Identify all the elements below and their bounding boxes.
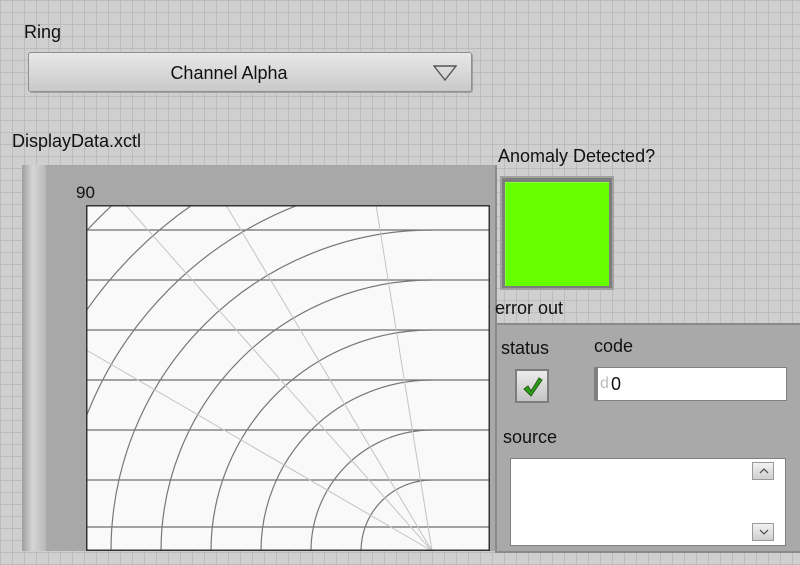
polar-plot-bezel	[22, 165, 46, 551]
plot-scale-label: 90	[76, 183, 95, 202]
ring-selected-value: Channel Alpha	[170, 63, 288, 83]
display-label: DisplayData.xctl	[12, 131, 142, 151]
radix-indicator[interactable]: d	[600, 375, 609, 393]
anomaly-led[interactable]	[505, 182, 609, 286]
code-label: code	[594, 336, 634, 356]
ring-label: Ring	[24, 22, 62, 42]
status-indicator[interactable]	[515, 369, 549, 403]
code-value: 0	[611, 374, 622, 394]
source-label: source	[503, 427, 558, 447]
code-field[interactable]: d 0	[594, 367, 787, 401]
scroll-down-icon	[759, 529, 769, 535]
source-field[interactable]	[510, 458, 786, 546]
checkmark-icon	[523, 377, 543, 397]
error-out-label: error out	[495, 298, 564, 318]
polar-plot-area[interactable]	[86, 205, 490, 551]
ring-dropdown[interactable]: Channel Alpha	[28, 52, 472, 92]
anomaly-label: Anomaly Detected?	[498, 146, 656, 166]
scroll-up-button[interactable]	[752, 462, 774, 480]
scroll-up-icon	[759, 468, 769, 474]
status-label: status	[501, 338, 550, 358]
dropdown-arrow-icon[interactable]	[433, 65, 457, 81]
scroll-down-button[interactable]	[752, 523, 774, 541]
